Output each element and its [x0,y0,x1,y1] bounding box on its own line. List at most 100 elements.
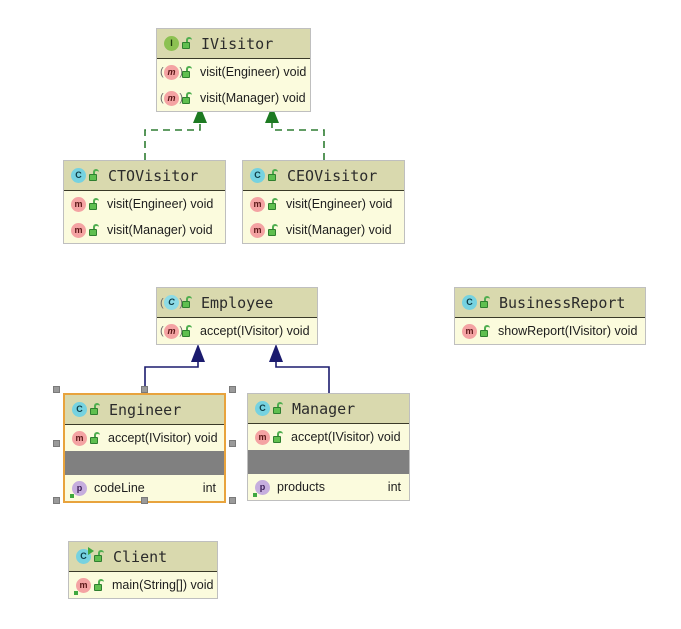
abstract-marker: C [164,295,179,310]
class-header-ctovisitor[interactable]: C CTOVisitor [64,161,225,191]
method-icon: m [462,323,477,339]
member-label: visit(Manager) void [107,223,213,237]
member-row[interactable]: m main(String[]) void [69,572,217,598]
property-icon: p [253,479,270,497]
class-header-ivisitor[interactable]: I IVisitor [157,29,310,59]
class-icon: C [71,168,86,183]
selection-handle[interactable] [53,386,60,393]
member-row[interactable]: m accept(IVisitor) void [65,425,224,451]
public-unlocked-icon [182,296,193,309]
main-method-icon: m [74,577,91,595]
class-box-client[interactable]: C Client m main(String[]) void [68,541,218,599]
run-marker-dot [253,492,257,497]
class-icon: C [255,401,270,416]
class-name-label: CEOVisitor [287,166,378,185]
member-row[interactable]: m visit(Engineer) void [157,59,310,85]
member-label: visit(Engineer) void [200,65,307,79]
member-divider-band [248,450,409,474]
run-marker-dot [74,590,78,595]
public-unlocked-icon [182,37,193,50]
member-type-label: int [387,480,401,494]
method-icon: m [164,64,179,80]
class-icon: C [164,295,179,310]
class-name-label: Client [113,547,168,566]
member-row[interactable]: m visit(Manager) void [157,85,310,111]
realization-ctovisitor-to-ivisitor [144,106,207,160]
uml-diagram-canvas[interactable]: I IVisitor m visit(Engineer) void m visit(Man… [0,0,681,629]
public-unlocked-icon [182,324,193,338]
public-unlocked-icon [268,169,279,182]
method-icon: m [164,323,179,339]
class-icon: C [462,295,477,310]
class-header-ceovisitor[interactable]: C CEOVisitor [243,161,404,191]
member-row[interactable]: m visit(Engineer) void [64,191,225,217]
member-label: main(String[]) void [112,578,214,592]
class-header-manager[interactable]: C Manager [248,394,409,424]
class-box-manager[interactable]: C Manager m accept(IVisitor) void p products i… [247,393,410,501]
method-icon: m [164,90,179,106]
member-label: visit(Manager) void [286,223,392,237]
public-unlocked-icon [480,296,491,309]
selection-handle[interactable] [141,497,148,504]
class-box-businessreport[interactable]: C BusinessReport m showReport(IVisitor) voi… [454,287,646,345]
abstract-marker: m [164,323,179,339]
public-unlocked-icon [89,223,100,237]
member-label: accept(IVisitor) void [108,431,218,445]
class-header-engineer[interactable]: C Engineer [65,395,224,425]
public-unlocked-icon [94,578,105,592]
member-row[interactable]: m accept(IVisitor) void [248,424,409,450]
member-divider-band [65,451,224,475]
run-marker-dot [70,493,74,498]
selection-handle[interactable] [229,497,236,504]
class-header-client[interactable]: C Client [69,542,217,572]
public-unlocked-icon [94,550,105,563]
method-icon: m [72,430,87,446]
member-label: codeLine [94,481,145,495]
member-row[interactable]: m visit(Engineer) void [243,191,404,217]
class-box-engineer[interactable]: C Engineer m accept(IVisitor) void p codeLine… [63,393,226,503]
class-icon: C [250,168,265,183]
public-unlocked-icon [182,91,193,105]
public-unlocked-icon [182,65,193,79]
selection-handle[interactable] [53,440,60,447]
member-label: visit(Manager) void [200,91,306,105]
interface-icon: I [164,36,179,51]
class-box-ctovisitor[interactable]: C CTOVisitor m visit(Engineer) void m visit(M… [63,160,226,244]
method-icon: m [71,222,86,238]
member-row[interactable]: m accept(IVisitor) void [157,318,317,344]
class-icon: C [72,402,87,417]
member-row[interactable]: m visit(Manager) void [243,217,404,243]
generalization-engineer-to-employee [144,344,205,393]
member-row[interactable]: p products int [248,474,409,500]
public-unlocked-icon [480,324,491,338]
selection-handle[interactable] [229,386,236,393]
public-unlocked-icon [268,223,279,237]
public-unlocked-icon [90,431,101,445]
class-header-businessreport[interactable]: C BusinessReport [455,288,645,318]
member-label: visit(Engineer) void [286,197,393,211]
class-box-ceovisitor[interactable]: C CEOVisitor m visit(Engineer) void m visit(M… [242,160,405,244]
member-label: accept(IVisitor) void [291,430,401,444]
member-type-label: int [202,481,216,495]
method-icon: m [255,429,270,445]
member-label: accept(IVisitor) void [200,324,310,338]
realization-ceovisitor-to-ivisitor [265,106,325,160]
member-row[interactable]: m visit(Manager) void [64,217,225,243]
selection-handle[interactable] [141,386,148,393]
runnable-class-icon: C [76,547,94,564]
selection-handle[interactable] [229,440,236,447]
selection-handle[interactable] [53,497,60,504]
class-box-ivisitor[interactable]: I IVisitor m visit(Engineer) void m visit(Man… [156,28,311,112]
public-unlocked-icon [89,169,100,182]
method-icon: m [250,196,265,212]
class-name-label: Engineer [109,400,182,419]
public-unlocked-icon [273,430,284,444]
abstract-marker: m [164,90,179,106]
class-box-employee[interactable]: C Employee m accept(IVisitor) void [156,287,318,345]
member-label: showReport(IVisitor) void [498,324,638,338]
class-header-employee[interactable]: C Employee [157,288,317,318]
public-unlocked-icon [89,197,100,211]
member-row[interactable]: m showReport(IVisitor) void [455,318,645,344]
class-name-label: Employee [201,293,274,312]
method-icon: m [250,222,265,238]
